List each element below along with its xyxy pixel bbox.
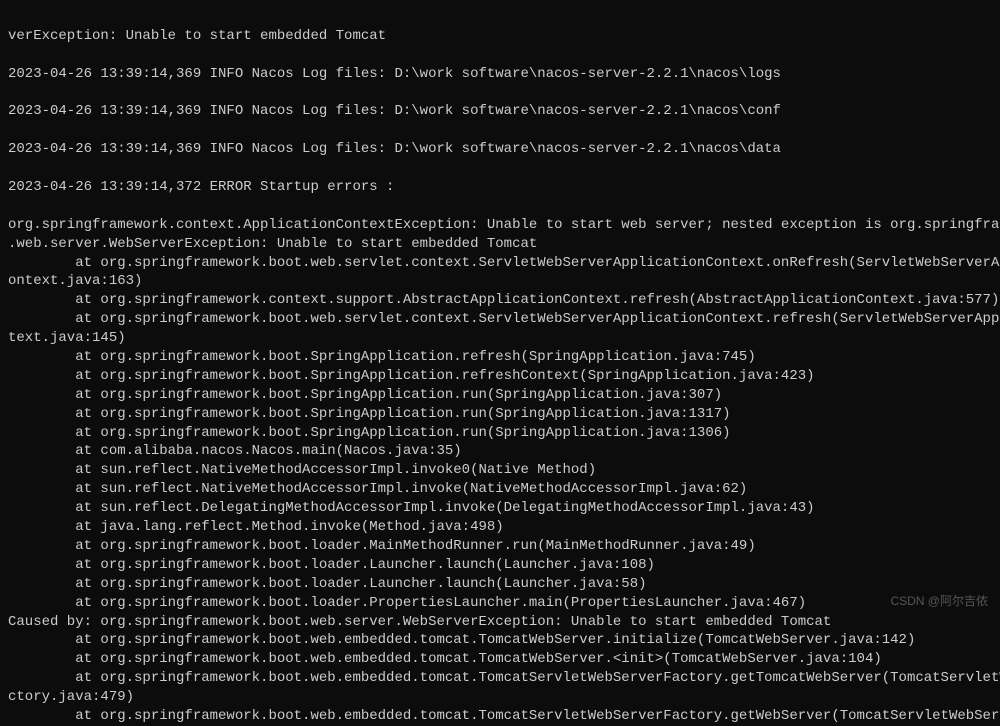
terminal-line: at org.springframework.boot.loader.Prope…	[8, 594, 992, 613]
terminal-line	[8, 84, 992, 103]
terminal-line: Caused by: org.springframework.boot.web.…	[8, 613, 992, 632]
terminal-line: 2023-04-26 13:39:14,369 INFO Nacos Log f…	[8, 102, 992, 121]
terminal-line: at org.springframework.boot.web.embedded…	[8, 631, 992, 650]
terminal-line: at com.alibaba.nacos.Nacos.main(Nacos.ja…	[8, 442, 992, 461]
terminal-line: at sun.reflect.DelegatingMethodAccessorI…	[8, 499, 992, 518]
csdn-watermark: CSDN @阿尔吉侬	[890, 593, 988, 609]
terminal-line	[8, 197, 992, 216]
terminal-line: at org.springframework.boot.web.embedded…	[8, 669, 992, 688]
terminal-line	[8, 46, 992, 65]
terminal-line	[8, 159, 992, 178]
terminal-line: at org.springframework.boot.web.embedded…	[8, 707, 992, 726]
terminal-line: verException: Unable to start embedded T…	[8, 27, 992, 46]
terminal-line: at org.springframework.boot.SpringApplic…	[8, 405, 992, 424]
terminal-line: at org.springframework.boot.web.servlet.…	[8, 254, 992, 273]
terminal-line: at org.springframework.boot.SpringApplic…	[8, 424, 992, 443]
terminal-line: at sun.reflect.NativeMethodAccessorImpl.…	[8, 480, 992, 499]
window-tab-area	[0, 0, 1000, 4]
terminal-line: ctory.java:479)	[8, 688, 992, 707]
terminal-line: 2023-04-26 13:39:14,369 INFO Nacos Log f…	[8, 140, 992, 159]
terminal-line: at java.lang.reflect.Method.invoke(Metho…	[8, 518, 992, 537]
terminal-line: text.java:145)	[8, 329, 992, 348]
terminal-line: at org.springframework.boot.web.servlet.…	[8, 310, 992, 329]
terminal-line: ontext.java:163)	[8, 272, 992, 291]
terminal-line: at org.springframework.boot.SpringApplic…	[8, 348, 992, 367]
terminal-line	[8, 121, 992, 140]
terminal-line: 2023-04-26 13:39:14,372 ERROR Startup er…	[8, 178, 992, 197]
terminal-line: at org.springframework.boot.loader.Launc…	[8, 575, 992, 594]
terminal-line: at org.springframework.boot.SpringApplic…	[8, 367, 992, 386]
terminal-output[interactable]: verException: Unable to start embedded T…	[8, 8, 992, 726]
terminal-line: at org.springframework.boot.loader.MainM…	[8, 537, 992, 556]
terminal-line: .web.server.WebServerException: Unable t…	[8, 235, 992, 254]
terminal-line: at org.springframework.boot.SpringApplic…	[8, 386, 992, 405]
terminal-line: at org.springframework.boot.web.embedded…	[8, 650, 992, 669]
terminal-line: at org.springframework.context.support.A…	[8, 291, 992, 310]
terminal-line: at org.springframework.boot.loader.Launc…	[8, 556, 992, 575]
terminal-line: at sun.reflect.NativeMethodAccessorImpl.…	[8, 461, 992, 480]
terminal-line: org.springframework.context.ApplicationC…	[8, 216, 992, 235]
terminal-line: 2023-04-26 13:39:14,369 INFO Nacos Log f…	[8, 65, 992, 84]
